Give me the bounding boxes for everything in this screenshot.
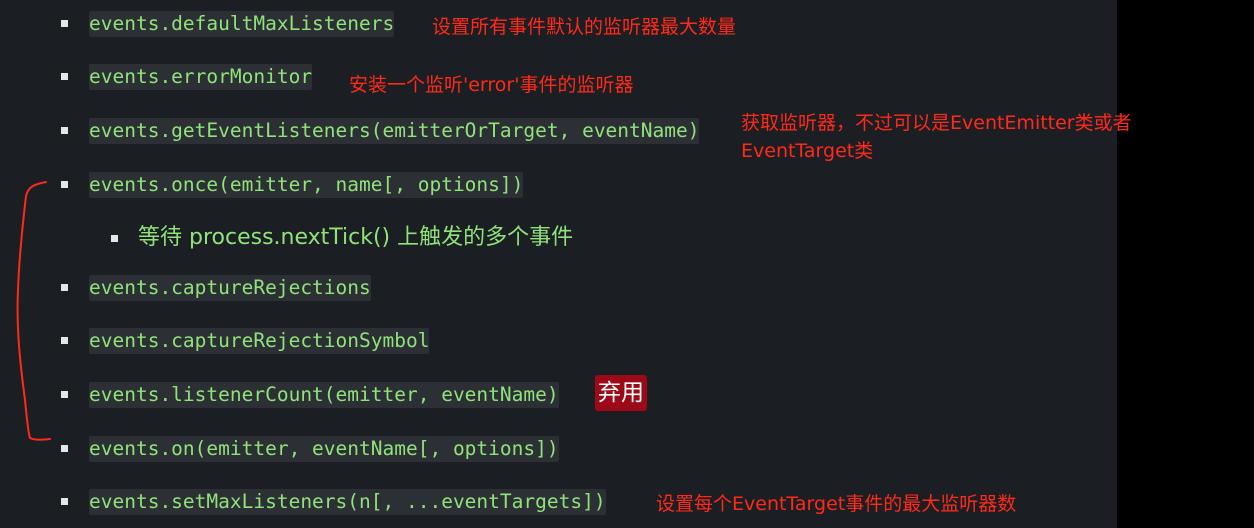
list-item: events.captureRejections xyxy=(0,273,1117,303)
annotation-note: 设置每个EventTarget事件的最大监听器数 xyxy=(656,493,1017,515)
bullet-icon xyxy=(61,181,68,188)
bullet-icon xyxy=(61,498,68,505)
bullet-icon xyxy=(111,235,118,242)
inline-code: events.errorMonitor xyxy=(89,64,313,90)
list-item: events.on(emitter, eventName[, options]) xyxy=(0,434,1117,464)
inline-code: events.getEventListeners(emitterOrTarget… xyxy=(89,118,700,144)
inline-code: events.listenerCount(emitter, eventName) xyxy=(89,382,559,408)
bullet-icon xyxy=(61,127,68,134)
annotation-note: 安装一个监听'error'事件的监听器 xyxy=(349,74,634,96)
inline-code: events.setMaxListeners(n[, ...eventTarge… xyxy=(89,489,606,515)
inline-code: events.captureRejections xyxy=(89,275,371,301)
bullet-icon xyxy=(61,284,68,291)
deprecated-badge: 弃用 xyxy=(595,375,647,411)
sub-item-text: 等待 process.nextTick() 上触发的多个事件 xyxy=(138,225,574,250)
bullet-icon xyxy=(61,445,68,452)
list-item: events.captureRejectionSymbol xyxy=(0,326,1117,356)
annotation-note: 设置所有事件默认的监听器最大数量 xyxy=(432,16,737,38)
bullet-icon xyxy=(61,391,68,398)
bullet-icon xyxy=(61,337,68,344)
bullet-icon xyxy=(61,20,68,27)
inline-code: events.defaultMaxListeners xyxy=(89,11,395,37)
inline-code: events.on(emitter, eventName[, options]) xyxy=(89,436,559,462)
document-panel: events.defaultMaxListeners 设置所有事件默认的监听器最… xyxy=(0,0,1132,528)
list-item: events.listenerCount(emitter, eventName)… xyxy=(0,375,1117,411)
list-item: events.once(emitter, name[, options]) xyxy=(0,170,1117,200)
sub-list-item: 等待 process.nextTick() 上触发的多个事件 xyxy=(0,222,1117,252)
bullet-icon xyxy=(61,73,68,80)
inline-code: events.captureRejectionSymbol xyxy=(89,328,430,354)
annotation-note: EventTarget类 xyxy=(741,140,874,162)
annotation-note: 获取监听器，不过可以是EventEmitter类或者 xyxy=(741,112,1132,134)
inline-code: events.once(emitter, name[, options]) xyxy=(89,172,524,198)
